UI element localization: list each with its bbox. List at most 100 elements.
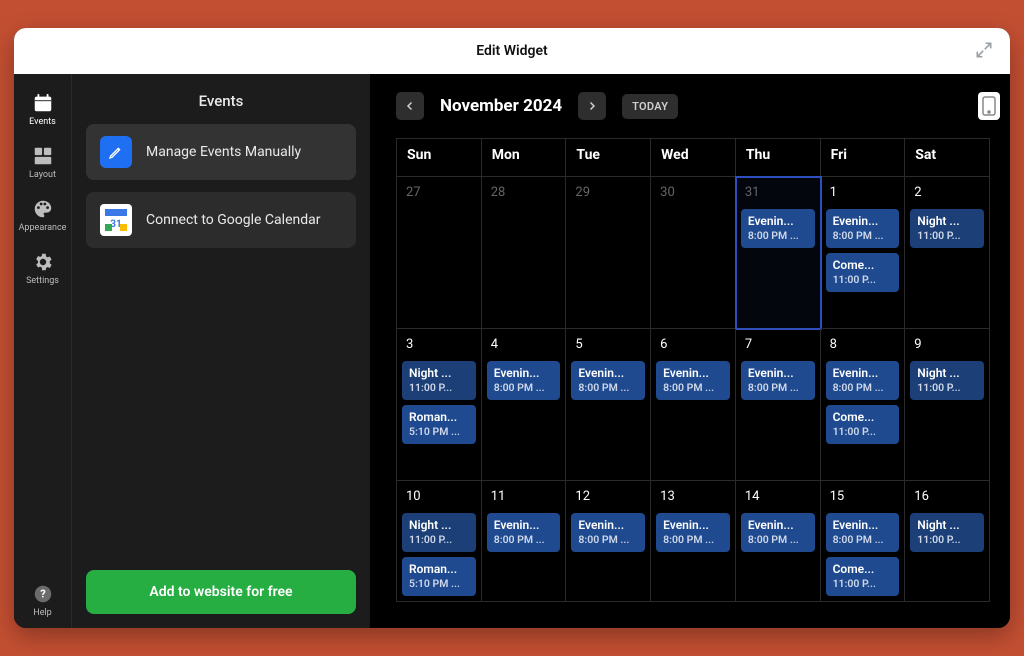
- add-to-website-button[interactable]: Add to website for free: [86, 570, 356, 614]
- event-title: Roman...: [409, 410, 469, 424]
- day-number: 29: [571, 183, 645, 204]
- day-number: 27: [402, 183, 476, 204]
- event-title: Evenin...: [494, 518, 554, 532]
- calendar-event[interactable]: Evenin...8:00 PM ...: [571, 361, 645, 400]
- day-number: 1: [826, 183, 900, 204]
- event-title: Roman...: [409, 562, 469, 576]
- dow-header: Thu: [736, 139, 821, 177]
- event-title: Evenin...: [578, 518, 638, 532]
- day-cell[interactable]: 6Evenin...8:00 PM ...: [651, 329, 736, 481]
- day-number: 8: [826, 335, 900, 356]
- event-time: 11:00 P...: [409, 533, 469, 546]
- calendar-header: November 2024 TODAY: [396, 92, 990, 120]
- calendar-event[interactable]: Evenin...8:00 PM ...: [741, 361, 815, 400]
- next-month-button[interactable]: [578, 92, 606, 120]
- day-cell[interactable]: 13 Evenin...8:00 PM ...: [651, 481, 736, 602]
- expand-icon[interactable]: [974, 40, 994, 60]
- calendar-event[interactable]: Come...11:00 P...: [826, 557, 900, 596]
- day-cell[interactable]: 12Evenin...8:00 PM ...: [566, 481, 651, 602]
- day-cell[interactable]: 14 Evenin...8:00 PM ...: [736, 481, 821, 602]
- event-time: 11:00 P...: [917, 533, 977, 546]
- event-time: 11:00 P...: [917, 381, 977, 394]
- device-preview-icon[interactable]: [978, 92, 1000, 120]
- rail-help[interactable]: ? Help: [14, 575, 71, 628]
- day-cell[interactable]: 31Evenin...8:00 PM ...: [736, 177, 821, 329]
- day-cell[interactable]: 16 Night ...11:00 P...: [905, 481, 990, 602]
- event-time: 11:00 P...: [833, 425, 893, 438]
- calendar-event[interactable]: Come...11:00 P...: [826, 405, 900, 444]
- day-number: 28: [487, 183, 561, 204]
- calendar-event[interactable]: Evenin...8:00 PM ...: [826, 513, 900, 552]
- dow-header: Wed: [651, 139, 736, 177]
- day-cell[interactable]: 9Night ...11:00 P...: [905, 329, 990, 481]
- calendar-event[interactable]: Roman...5:10 PM ...: [402, 557, 476, 596]
- calendar-event[interactable]: Night ...11:00 P...: [402, 513, 476, 552]
- day-number: 4: [487, 335, 561, 356]
- dow-header: Tue: [566, 139, 651, 177]
- calendar-event[interactable]: Night ...11:00 P...: [402, 361, 476, 400]
- rail-tab-settings[interactable]: Settings: [14, 243, 71, 296]
- calendar-event[interactable]: Evenin...8:00 PM ...: [826, 209, 900, 248]
- event-time: 8:00 PM ...: [578, 533, 638, 546]
- rail-tab-events[interactable]: Events: [14, 84, 71, 137]
- calendar-event[interactable]: Come...11:00 P...: [826, 253, 900, 292]
- calendar-event[interactable]: Roman...5:10 PM ...: [402, 405, 476, 444]
- day-cell[interactable]: 7 Evenin...8:00 PM ...: [736, 329, 821, 481]
- option-manage-events-manually[interactable]: Manage Events Manually: [86, 124, 356, 180]
- calendar-event[interactable]: Evenin...8:00 PM ...: [487, 361, 561, 400]
- day-cell[interactable]: 4 Evenin...8:00 PM ...: [482, 329, 567, 481]
- day-number: 7: [741, 335, 815, 356]
- event-time: 8:00 PM ...: [663, 533, 723, 546]
- day-cell[interactable]: 30: [651, 177, 736, 329]
- day-cell[interactable]: 11Evenin...8:00 PM ...: [482, 481, 567, 602]
- rail-tab-appearance[interactable]: Appearance: [14, 190, 71, 243]
- day-cell[interactable]: 27: [397, 177, 482, 329]
- calendar-event[interactable]: Night ...11:00 P...: [910, 513, 984, 552]
- calendar-event[interactable]: Evenin...8:00 PM ...: [487, 513, 561, 552]
- event-time: 8:00 PM ...: [833, 229, 893, 242]
- event-time: 11:00 P...: [409, 381, 469, 394]
- window-title: Edit Widget: [476, 43, 547, 59]
- event-time: 8:00 PM ...: [663, 381, 723, 394]
- day-cell[interactable]: 28: [482, 177, 567, 329]
- day-number: 13: [656, 487, 730, 508]
- calendar-event[interactable]: Evenin...8:00 PM ...: [656, 513, 730, 552]
- day-cell[interactable]: 3 Night ...11:00 P... Roman...5:10 PM ...: [397, 329, 482, 481]
- titlebar: Edit Widget: [14, 28, 1010, 74]
- calendar-event[interactable]: Evenin...8:00 PM ...: [741, 209, 815, 248]
- google-calendar-icon: 31: [100, 204, 132, 236]
- event-time: 8:00 PM ...: [748, 533, 808, 546]
- calendar-event[interactable]: Evenin...8:00 PM ...: [656, 361, 730, 400]
- day-number: 3: [402, 335, 476, 356]
- calendar-event[interactable]: Night ...11:00 P...: [910, 361, 984, 400]
- day-cell[interactable]: 29: [566, 177, 651, 329]
- event-time: 8:00 PM ...: [833, 533, 893, 546]
- day-number: 14: [741, 487, 815, 508]
- calendar-event[interactable]: Evenin...8:00 PM ...: [571, 513, 645, 552]
- day-cell[interactable]: 2 Night ...11:00 P...: [905, 177, 990, 329]
- option-connect-google-calendar[interactable]: 31 Connect to Google Calendar: [86, 192, 356, 248]
- calendar-event[interactable]: Evenin...8:00 PM ...: [741, 513, 815, 552]
- day-number: 2: [910, 183, 984, 204]
- option-label: Connect to Google Calendar: [146, 212, 320, 228]
- calendar-event[interactable]: Night ...11:00 P...: [910, 209, 984, 248]
- day-cell[interactable]: 5Evenin...8:00 PM ...: [566, 329, 651, 481]
- event-title: Evenin...: [748, 518, 808, 532]
- rail-label: Help: [33, 608, 51, 618]
- prev-month-button[interactable]: [396, 92, 424, 120]
- event-title: Come...: [833, 410, 893, 424]
- day-number: 15: [826, 487, 900, 508]
- day-number: 16: [910, 487, 984, 508]
- day-cell[interactable]: 10Night ...11:00 P...Roman...5:10 PM ...: [397, 481, 482, 602]
- day-cell[interactable]: 8 Evenin...8:00 PM ... Come...11:00 P...: [821, 329, 906, 481]
- event-time: 8:00 PM ...: [578, 381, 638, 394]
- calendar-event[interactable]: Evenin...8:00 PM ...: [826, 361, 900, 400]
- day-cell[interactable]: 1 Evenin...8:00 PM ... Come...11:00 P...: [821, 177, 906, 329]
- today-button[interactable]: TODAY: [622, 94, 678, 119]
- rail-label: Layout: [29, 170, 56, 180]
- dow-header: Sun: [397, 139, 482, 177]
- panel-title: Events: [72, 74, 370, 124]
- rail-tab-layout[interactable]: Layout: [14, 137, 71, 190]
- event-title: Evenin...: [833, 518, 893, 532]
- day-cell[interactable]: 15 Evenin...8:00 PM ... Come...11:00 P...: [821, 481, 906, 602]
